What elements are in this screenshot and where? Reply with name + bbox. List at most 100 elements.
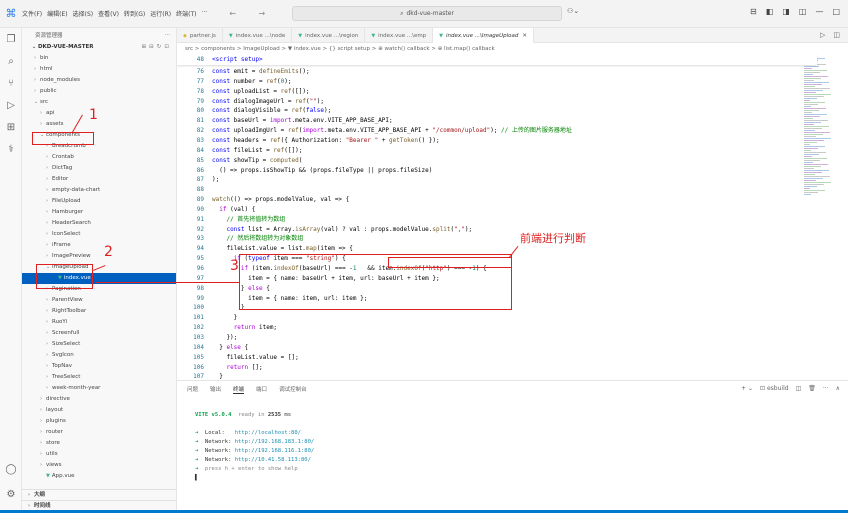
command-center-search[interactable]: ⌕ dkd-vue-master	[292, 6, 562, 21]
folder-item[interactable]: › FileUpload	[22, 196, 176, 207]
folder-item[interactable]: › public	[22, 86, 176, 97]
folder-item[interactable]: › SizeSelect	[22, 339, 176, 350]
folder-item[interactable]: › plugins	[22, 416, 176, 427]
outline-section[interactable]: › 大纲	[22, 489, 176, 500]
folder-item[interactable]: › Editor	[22, 174, 176, 185]
editor-tab[interactable]: ▼ index.vue ...\emp	[365, 28, 434, 43]
extensions-icon[interactable]: ⊞	[0, 116, 22, 138]
folder-item[interactable]: › SvgIcon	[22, 350, 176, 361]
folder-item[interactable]: › empty-data-chart	[22, 185, 176, 196]
panel-tab[interactable]: 端口	[256, 385, 267, 393]
copilot-icon[interactable]: ⚇⌄	[567, 7, 579, 15]
editor-tab[interactable]: ▼ index.vue ...\node	[223, 28, 293, 43]
line-number: 107	[193, 373, 204, 380]
folder-item[interactable]: › layout	[22, 405, 176, 416]
window-control-icon[interactable]: ◨	[782, 7, 790, 16]
panel-action-icon[interactable]: + ⌄	[741, 385, 753, 392]
folder-item[interactable]: › TreeSelect	[22, 372, 176, 383]
more-actions-icon[interactable]: ···	[165, 32, 170, 38]
explorer-icon[interactable]: ❐	[0, 28, 22, 50]
terminal-line: ➜ Network: http://192.168.183.1:80/	[195, 439, 315, 445]
minimap-line	[804, 162, 813, 163]
panel-tab[interactable]: 输出	[210, 385, 221, 393]
menu-item[interactable]: ···	[201, 9, 207, 18]
editor-tab[interactable]: ▼ index.vue ...\region	[292, 28, 366, 43]
folder-item[interactable]: › iFrame	[22, 240, 176, 251]
minimap-line	[804, 114, 827, 115]
panel-action-icon[interactable]: ⊡ esbuild	[760, 385, 789, 392]
minimap-line	[804, 74, 813, 75]
file-item[interactable]: ▼ App.vue	[22, 471, 176, 482]
workspace-root[interactable]: ⌄ DKD-VUE-MASTER ⊞⊟↻⊡	[22, 41, 176, 53]
menu-item[interactable]: 终端(T)	[176, 9, 196, 18]
editor-tab[interactable]: ▼ index.vue ...\ImageUpload ✕	[433, 28, 534, 43]
panel-tab[interactable]: 调试控制台	[279, 385, 307, 393]
folder-item[interactable]: › views	[22, 460, 176, 471]
panel-action-icon[interactable]: 🗑	[808, 385, 816, 392]
folder-item[interactable]: › ImagePreview	[22, 251, 176, 262]
source-control-icon[interactable]: ⑂	[0, 72, 22, 94]
minimap[interactable]	[804, 56, 834, 206]
code-line[interactable]: 107 }	[177, 371, 817, 380]
folder-item[interactable]: › utils	[22, 449, 176, 460]
editor-tab[interactable]: ◈ partner.js	[177, 28, 223, 43]
folder-item[interactable]: › router	[22, 427, 176, 438]
menu-item[interactable]: 文件(F)	[22, 9, 42, 18]
breadcrumb[interactable]: src > components > ImageUpload > ▼ index…	[177, 43, 848, 54]
minimap-line	[804, 84, 822, 85]
folder-item[interactable]: ⌄ src	[22, 97, 176, 108]
explorer-actions[interactable]: ⊞⊟↻⊡	[142, 44, 172, 50]
window-control-icon[interactable]: —	[815, 7, 823, 16]
run-icon[interactable]: ▷	[820, 31, 825, 39]
menu-item[interactable]: 运行(R)	[150, 9, 171, 18]
folder-item[interactable]: › RuoYi	[22, 317, 176, 328]
folder-item[interactable]: › DictTag	[22, 163, 176, 174]
folder-item[interactable]: › week-month-year	[22, 383, 176, 394]
folder-item[interactable]: › IconSelect	[22, 229, 176, 240]
folder-item[interactable]: › bin	[22, 53, 176, 64]
window-control-icon[interactable]: ◧	[766, 7, 774, 16]
annotation-label-2: 2	[104, 244, 113, 260]
folder-item[interactable]: › ParentView	[22, 295, 176, 306]
settings-icon[interactable]: ⚙	[0, 483, 22, 505]
split-editor-icon[interactable]: ◫	[833, 31, 840, 39]
panel-tab[interactable]: 终端	[233, 385, 245, 394]
search-icon[interactable]: ⌕	[0, 50, 22, 72]
folder-item[interactable]: › store	[22, 438, 176, 449]
explorer-title: 资源管理器	[35, 32, 63, 39]
window-control-icon[interactable]: □	[832, 7, 840, 16]
window-control-icon[interactable]: ⊟	[750, 7, 757, 16]
minimap-line	[804, 156, 812, 157]
folder-item[interactable]: › HeaderSearch	[22, 218, 176, 229]
account-icon[interactable]: ◯	[0, 458, 22, 480]
folder-item[interactable]: › TopNav	[22, 361, 176, 372]
close-icon[interactable]: ✕	[522, 33, 527, 39]
code-editor[interactable]: 48 <script setup> 76 const emit = defineEmi…	[177, 54, 848, 380]
folder-item[interactable]: › api	[22, 108, 176, 119]
remote-icon[interactable]: ⚕	[0, 138, 22, 160]
terminal-output[interactable]: VITE v5.0.4 ready in 2535 ms ➜ Local: htt…	[177, 411, 848, 483]
folder-item[interactable]: › Screenfull	[22, 328, 176, 339]
menu-item[interactable]: 查看(V)	[98, 9, 119, 18]
folder-item[interactable]: › assets	[22, 119, 176, 130]
folder-item[interactable]: › Hamburger	[22, 207, 176, 218]
folder-item[interactable]: › node_modules	[22, 75, 176, 86]
code-text: } else {	[212, 343, 249, 351]
minimap-line	[804, 140, 824, 141]
nav-arrows[interactable]: ← →	[229, 9, 275, 18]
run-debug-icon[interactable]: ▷	[0, 94, 22, 116]
menu-item[interactable]: 转到(G)	[124, 9, 145, 18]
menu-item[interactable]: 编辑(E)	[47, 9, 67, 18]
folder-item[interactable]: › Crontab	[22, 152, 176, 163]
panel-action-icon[interactable]: ∧	[836, 385, 840, 392]
folder-item[interactable]: › RightToolbar	[22, 306, 176, 317]
panel-tab[interactable]: 问题	[187, 385, 198, 393]
panel-action-icon[interactable]: ◫	[796, 385, 802, 392]
tree-item-label: TreeSelect	[52, 374, 81, 380]
window-control-icon[interactable]: ◫	[799, 7, 807, 16]
minimap-line	[804, 78, 821, 79]
panel-action-icon[interactable]: ···	[823, 385, 829, 392]
menu-item[interactable]: 选择(S)	[73, 9, 94, 18]
folder-item[interactable]: › directive	[22, 394, 176, 405]
folder-item[interactable]: › html	[22, 64, 176, 75]
